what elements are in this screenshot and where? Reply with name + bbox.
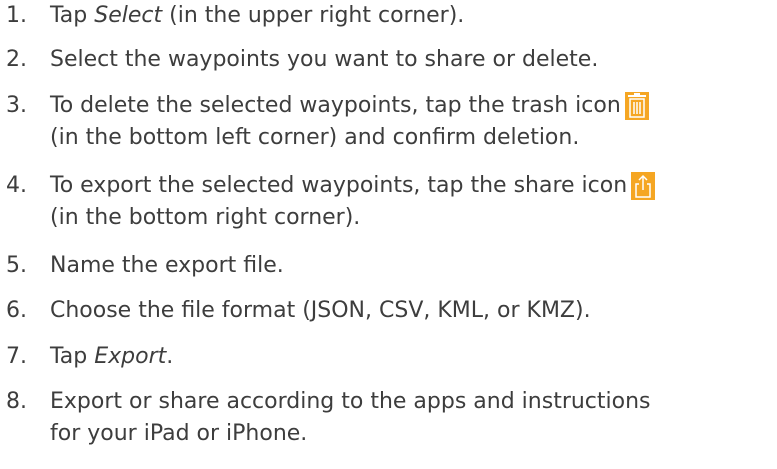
- step-number: 3.: [6, 93, 27, 118]
- step-number: 1.: [6, 3, 27, 28]
- step-number: 2.: [6, 47, 27, 72]
- step-number: 4.: [6, 173, 27, 198]
- step-text-continued: (in the bottom left corner) and confirm …: [50, 125, 580, 150]
- select-term: Select: [94, 3, 163, 28]
- step-number: 5.: [6, 253, 27, 278]
- step-number: 8.: [6, 389, 27, 414]
- step-text: Choose the file format (JSON, CSV, KML, …: [50, 298, 591, 323]
- step-number: 7.: [6, 344, 27, 369]
- export-term: Export: [94, 344, 167, 369]
- share-icon: [631, 172, 656, 210]
- step-text: Tap Export.: [50, 344, 174, 369]
- step-text: Tap Select (in the upper right corner).: [50, 3, 465, 28]
- step-text: Select the waypoints you want to share o…: [50, 47, 599, 72]
- step-text-continued: for your iPad or iPhone.: [50, 421, 308, 446]
- step-text: Export or share according to the apps an…: [50, 389, 651, 414]
- step-text: Name the export file.: [50, 253, 284, 278]
- step-number: 6.: [6, 298, 27, 323]
- step-text-continued: (in the bottom right corner).: [50, 205, 361, 230]
- trash-icon: [624, 92, 649, 130]
